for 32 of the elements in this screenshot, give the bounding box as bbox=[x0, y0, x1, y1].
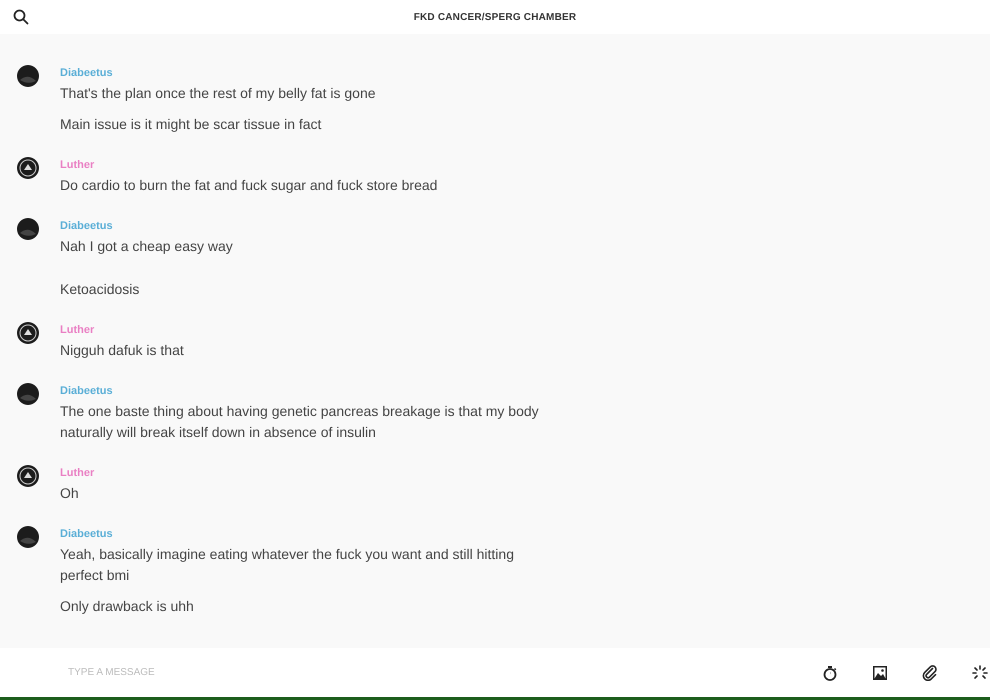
message-input[interactable]: TYPE A MESSAGE bbox=[68, 662, 788, 682]
avatar-icon bbox=[17, 157, 39, 179]
author-name: Luther bbox=[60, 323, 94, 338]
image-icon[interactable] bbox=[872, 664, 888, 680]
avatar-icon bbox=[17, 383, 39, 405]
author-name: Diabeetus bbox=[60, 384, 113, 399]
avatar-icon bbox=[17, 65, 39, 87]
message-text: Do cardio to burn the fat and fuck sugar and fuck store bread bbox=[60, 176, 438, 195]
spinner-icon[interactable] bbox=[972, 664, 988, 680]
message-text: Nigguh dafuk is that bbox=[60, 341, 184, 360]
message-text: Ketoacidosis bbox=[60, 280, 140, 299]
author-name: Luther bbox=[60, 466, 94, 481]
message-text: Yeah, basically imagine eating whatever the fuck you want and still hitting perfect bmi bbox=[60, 545, 515, 585]
author-name: Diabeetus bbox=[60, 527, 113, 542]
message-text: Main issue is it might be scar tissue in fact bbox=[60, 115, 322, 134]
chat-title: FKD CANCER/SPERG CHAMBER bbox=[414, 12, 576, 22]
avatar-icon bbox=[17, 322, 39, 344]
message-text: The one baste thing about having genetic pancreas breakage is that my body naturally will break itself down in absence of insulin bbox=[60, 402, 540, 442]
message-text: That's the plan once the rest of my belly fat is gone bbox=[60, 84, 376, 103]
message-text: Only drawback is uhh bbox=[60, 597, 194, 616]
avatar-icon bbox=[17, 526, 39, 548]
avatar-icon bbox=[17, 218, 39, 240]
author-name: Diabeetus bbox=[60, 219, 113, 234]
avatar-icon bbox=[17, 465, 39, 487]
paperclip-icon[interactable] bbox=[922, 664, 938, 680]
author-name: Diabeetus bbox=[60, 66, 113, 81]
message-text: Oh bbox=[60, 484, 79, 503]
timer-icon[interactable] bbox=[822, 664, 838, 680]
search-icon[interactable] bbox=[13, 9, 29, 25]
message-composer[interactable]: TYPE A MESSAGE bbox=[0, 648, 990, 700]
message-text: Nah I got a cheap easy way bbox=[60, 237, 233, 256]
author-name: Luther bbox=[60, 158, 94, 173]
